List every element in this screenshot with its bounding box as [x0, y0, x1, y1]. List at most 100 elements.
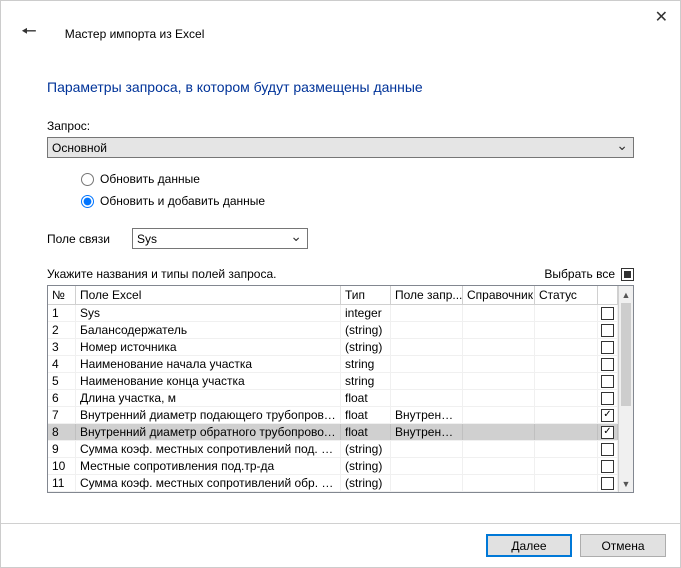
cell-spr: [463, 322, 535, 338]
cell-spr: [463, 339, 535, 355]
table-row[interactable]: 9Сумма коэф. местных сопротивлений под. …: [48, 441, 618, 458]
table-row[interactable]: 8Внутренний диаметр обратного трубопрово…: [48, 424, 618, 441]
cell-checkbox[interactable]: [598, 407, 618, 423]
cell-excel: Наименование конца участка: [76, 373, 341, 389]
select-all-checkbox[interactable]: [621, 268, 634, 281]
cell-type: integer: [341, 305, 391, 321]
grid-hint: Укажите названия и типы полей запроса.: [47, 267, 276, 281]
table-row[interactable]: 10Местные сопротивления под.тр-да(string…: [48, 458, 618, 475]
col-header-type[interactable]: Тип: [341, 286, 391, 304]
select-all[interactable]: Выбрать все: [544, 267, 634, 281]
radio-update[interactable]: Обновить данные: [81, 172, 634, 186]
cell-stat: [535, 407, 598, 423]
link-field-label: Поле связи: [47, 232, 110, 246]
scroll-track[interactable]: [619, 303, 633, 475]
col-header-stat[interactable]: Статус: [535, 286, 598, 304]
row-checkbox[interactable]: [601, 426, 614, 439]
table-row[interactable]: 7Внутренний диаметр подающего трубопрово…: [48, 407, 618, 424]
row-checkbox[interactable]: [601, 392, 614, 405]
page-title: Параметры запроса, в котором будут разме…: [47, 79, 634, 95]
cell-zapr: [391, 373, 463, 389]
cell-spr: [463, 424, 535, 440]
row-checkbox[interactable]: [601, 307, 614, 320]
wizard-title: Мастер импорта из Excel: [65, 27, 205, 41]
cell-n: 8: [48, 424, 76, 440]
col-header-excel[interactable]: Поле Excel: [76, 286, 341, 304]
cell-type: float: [341, 407, 391, 423]
cell-stat: [535, 322, 598, 338]
scroll-thumb[interactable]: [621, 303, 631, 406]
cell-excel: Сумма коэф. местных сопротивлений обр. т…: [76, 475, 341, 491]
row-checkbox[interactable]: [601, 477, 614, 490]
cell-type: (string): [341, 475, 391, 491]
grid-header: № Поле Excel Тип Поле запр... Справочник…: [48, 286, 618, 305]
cell-zapr: [391, 458, 463, 474]
query-select[interactable]: Основной: [47, 137, 634, 158]
link-field-select[interactable]: Sys: [132, 228, 308, 249]
scroll-down-icon[interactable]: ▼: [619, 475, 633, 492]
cancel-button[interactable]: Отмена: [580, 534, 666, 557]
cell-zapr: [391, 475, 463, 491]
cell-spr: [463, 305, 535, 321]
cell-checkbox[interactable]: [598, 424, 618, 440]
cell-spr: [463, 407, 535, 423]
cell-stat: [535, 373, 598, 389]
cell-type: (string): [341, 322, 391, 338]
cell-checkbox[interactable]: [598, 390, 618, 406]
cell-n: 6: [48, 390, 76, 406]
cell-type: string: [341, 373, 391, 389]
radio-update-add-input[interactable]: [81, 195, 94, 208]
col-header-n[interactable]: №: [48, 286, 76, 304]
row-checkbox[interactable]: [601, 409, 614, 422]
cell-checkbox[interactable]: [598, 475, 618, 491]
table-row[interactable]: 11Сумма коэф. местных сопротивлений обр.…: [48, 475, 618, 492]
table-row[interactable]: 1Sysinteger: [48, 305, 618, 322]
cell-stat: [535, 424, 598, 440]
cell-checkbox[interactable]: [598, 339, 618, 355]
cell-checkbox[interactable]: [598, 458, 618, 474]
row-checkbox[interactable]: [601, 460, 614, 473]
next-button[interactable]: Далее: [486, 534, 572, 557]
vertical-scrollbar[interactable]: ▲ ▼: [618, 286, 633, 492]
cell-type: string: [341, 356, 391, 372]
table-row[interactable]: 3Номер источника(string): [48, 339, 618, 356]
cell-n: 5: [48, 373, 76, 389]
row-checkbox[interactable]: [601, 443, 614, 456]
row-checkbox[interactable]: [601, 341, 614, 354]
radio-update-add-label: Обновить и добавить данные: [100, 194, 265, 208]
cell-excel: Sys: [76, 305, 341, 321]
close-icon[interactable]: ✕: [655, 7, 668, 27]
cell-checkbox[interactable]: [598, 373, 618, 389]
cell-zapr: [391, 305, 463, 321]
col-header-chk[interactable]: [598, 286, 618, 304]
table-row[interactable]: 5Наименование конца участкаstring: [48, 373, 618, 390]
cell-zapr: Внутренни...: [391, 424, 463, 440]
cell-n: 3: [48, 339, 76, 355]
cell-excel: Местные сопротивления под.тр-да: [76, 458, 341, 474]
cell-excel: Внутренний диаметр обратного трубопровод…: [76, 424, 341, 440]
scroll-up-icon[interactable]: ▲: [619, 286, 633, 303]
cell-excel: Балансодержатель: [76, 322, 341, 338]
table-row[interactable]: 4Наименование начала участкаstring: [48, 356, 618, 373]
cell-spr: [463, 475, 535, 491]
cell-checkbox[interactable]: [598, 305, 618, 321]
cell-spr: [463, 458, 535, 474]
col-header-spr[interactable]: Справочник: [463, 286, 535, 304]
cell-zapr: Внутренни...: [391, 407, 463, 423]
row-checkbox[interactable]: [601, 324, 614, 337]
table-row[interactable]: 2Балансодержатель(string): [48, 322, 618, 339]
cell-checkbox[interactable]: [598, 322, 618, 338]
radio-update-input[interactable]: [81, 173, 94, 186]
back-arrow-icon[interactable]: 🠔: [21, 19, 37, 49]
cell-n: 7: [48, 407, 76, 423]
cell-checkbox[interactable]: [598, 356, 618, 372]
col-header-zapr[interactable]: Поле запр...: [391, 286, 463, 304]
row-checkbox[interactable]: [601, 375, 614, 388]
cell-excel: Сумма коэф. местных сопротивлений под. т…: [76, 441, 341, 457]
radio-update-add[interactable]: Обновить и добавить данные: [81, 194, 634, 208]
row-checkbox[interactable]: [601, 358, 614, 371]
cell-checkbox[interactable]: [598, 441, 618, 457]
cell-zapr: [391, 441, 463, 457]
cell-zapr: [391, 356, 463, 372]
table-row[interactable]: 6Длина участка, мfloat: [48, 390, 618, 407]
